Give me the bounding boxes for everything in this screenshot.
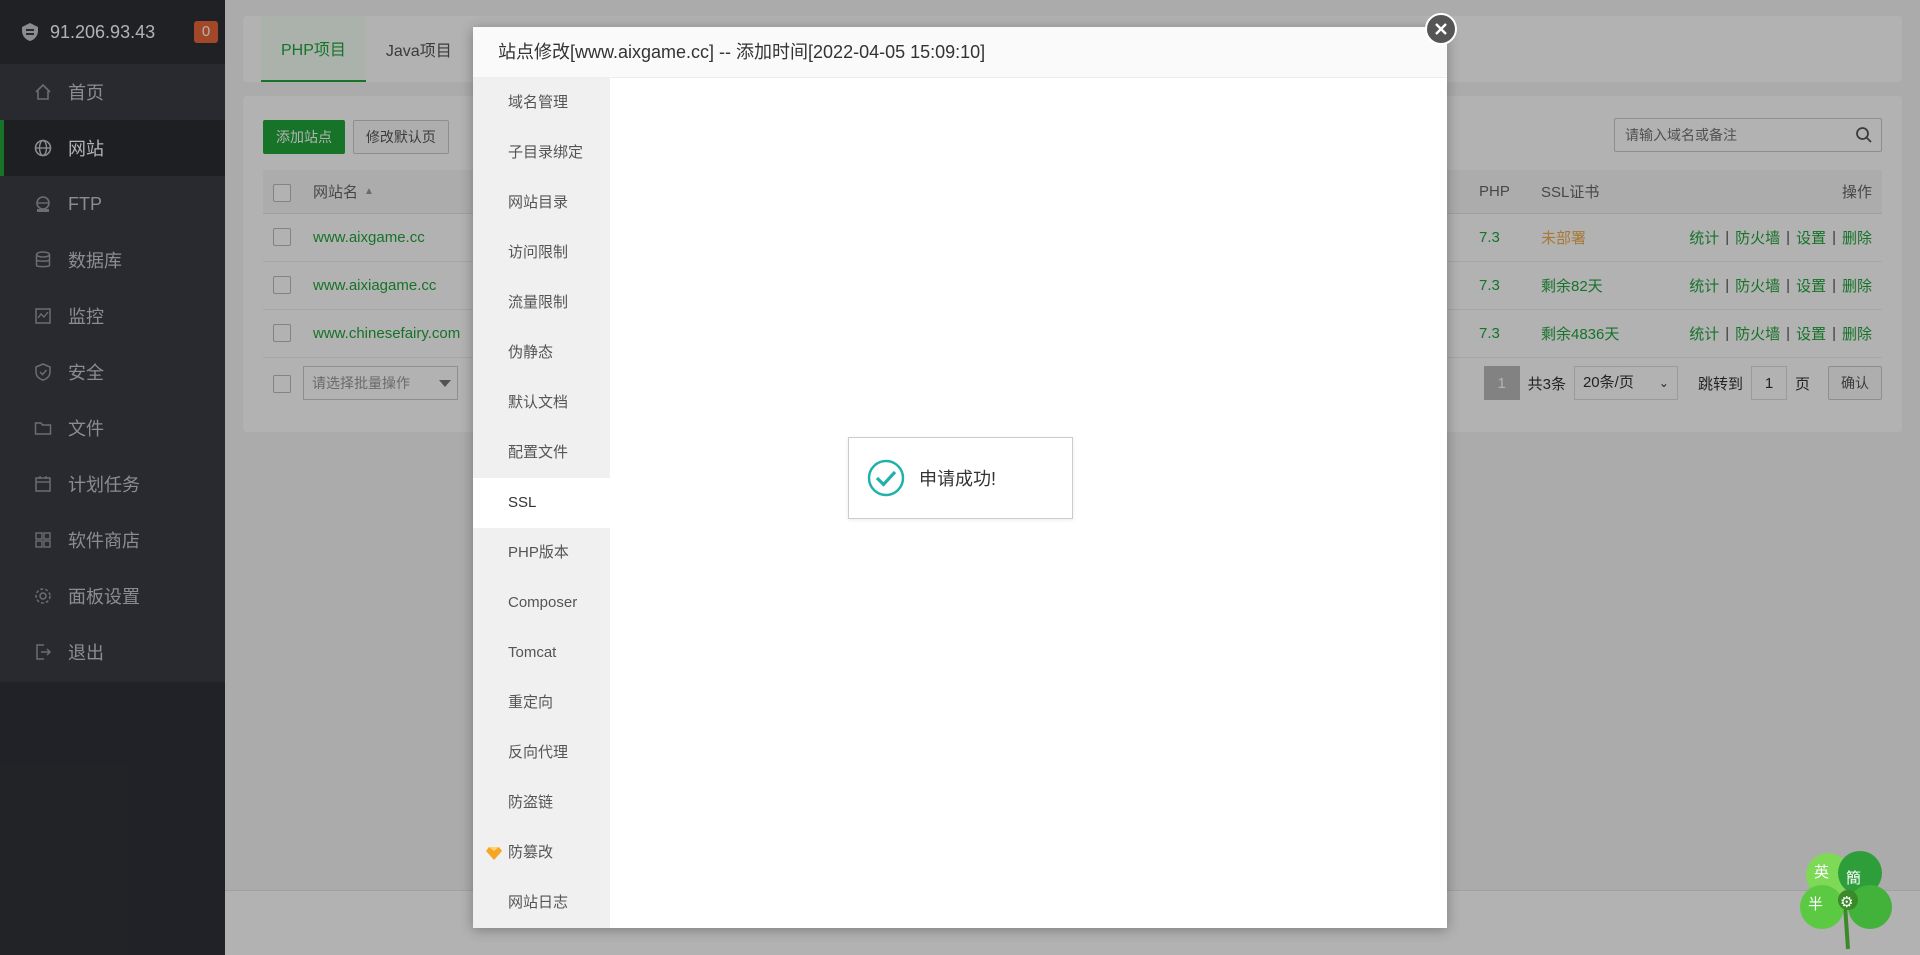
close-button[interactable] bbox=[1425, 13, 1457, 45]
menu-item-rewrite[interactable]: 伪静态 bbox=[473, 328, 610, 378]
menu-item-access-limit[interactable]: 访问限制 bbox=[473, 228, 610, 278]
menu-item-site-dir[interactable]: 网站目录 bbox=[473, 178, 610, 228]
menu-item-subdir[interactable]: 子目录绑定 bbox=[473, 128, 610, 178]
ime-mode-english[interactable]: 英 bbox=[1814, 861, 1829, 882]
menu-item-traffic-limit[interactable]: 流量限制 bbox=[473, 278, 610, 328]
menu-item-label: 防篡改 bbox=[508, 844, 554, 861]
diamond-icon bbox=[486, 847, 502, 860]
menu-item-config-file[interactable]: 配置文件 bbox=[473, 428, 610, 478]
menu-item-reverse-proxy[interactable]: 反向代理 bbox=[473, 728, 610, 778]
menu-item-redirect[interactable]: 重定向 bbox=[473, 678, 610, 728]
ime-mode-halfwidth[interactable]: 半 bbox=[1808, 893, 1823, 914]
toast-message: 申请成功! bbox=[919, 469, 997, 489]
menu-item-tamper-proof[interactable]: 防篡改 bbox=[473, 828, 610, 878]
close-icon bbox=[1435, 23, 1447, 35]
check-circle-icon bbox=[867, 459, 905, 497]
success-toast: 申请成功! bbox=[848, 437, 1073, 519]
ime-mode-traditional[interactable]: 簡 bbox=[1846, 867, 1861, 888]
ime-settings-icon[interactable]: ⚙ bbox=[1840, 893, 1853, 911]
menu-item-ssl[interactable]: SSL bbox=[473, 478, 610, 528]
menu-item-default-doc[interactable]: 默认文档 bbox=[473, 378, 610, 428]
menu-item-tomcat[interactable]: Tomcat bbox=[473, 628, 610, 678]
menu-item-composer[interactable]: Composer bbox=[473, 578, 610, 628]
menu-item-php-version[interactable]: PHP版本 bbox=[473, 528, 610, 578]
ime-widget[interactable]: 英 簡 半 ⚙ bbox=[1790, 845, 1900, 950]
menu-item-site-log[interactable]: 网站日志 bbox=[473, 878, 610, 928]
menu-item-hotlink[interactable]: 防盗链 bbox=[473, 778, 610, 828]
modal-title: 站点修改[www.aixgame.cc] -- 添加时间[2022-04-05 … bbox=[473, 27, 1447, 78]
modal-side-menu: 域名管理 子目录绑定 网站目录 访问限制 流量限制 伪静态 默认文档 配置文件 … bbox=[473, 78, 610, 928]
menu-item-domain[interactable]: 域名管理 bbox=[473, 78, 610, 128]
